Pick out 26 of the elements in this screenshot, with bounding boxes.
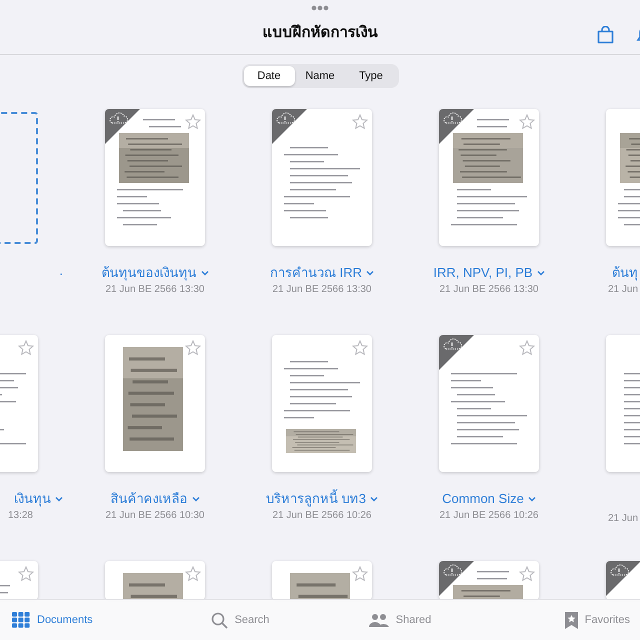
sort-tab[interactable]: Type (346, 66, 396, 86)
tab-bar-item[interactable]: Favorites (480, 612, 640, 628)
document-date: 21 Jun BE 2566 10:26 (272, 510, 372, 521)
document-date: 21 Jun BE 2566 13:30 (272, 284, 372, 295)
document-date: 13:28 (6, 510, 33, 521)
tab-bar-item[interactable]: Search (160, 612, 320, 628)
document-title[interactable]: IRR, NPV, PI, PB (433, 265, 533, 280)
document-title[interactable]: . (59, 263, 63, 278)
tab-bar-item[interactable]: Documents (0, 612, 160, 628)
document-title[interactable]: Common Size (442, 491, 524, 506)
document-date: 21 Jun (608, 513, 640, 524)
document-title[interactable]: สินค้าคงเหลือ (110, 488, 188, 509)
document-date: 21 Jun BE 2566 10:30 (104, 510, 206, 521)
document-date: 21 Jun BE 2566 13:30 (104, 284, 206, 295)
document-date: 21 Jun BE 2566 13:30 (438, 284, 540, 295)
document-date: 21 Jun BE 2566 10:26 (438, 510, 540, 521)
document-title[interactable]: ต้นทุ (612, 262, 638, 283)
document-title[interactable]: ต้นทุนของเงินทุน (102, 262, 196, 283)
document-title[interactable]: การคำนวณ IRR (270, 262, 362, 283)
tab-bar-item[interactable]: Shared (320, 613, 480, 627)
document-date: 21 Jun (608, 284, 640, 295)
folder-title: แบบฝึกหัดการเงิน (262, 23, 378, 43)
sort-tab[interactable]: Date (244, 66, 294, 86)
document-title[interactable]: บริหารลูกหนี้ บท3 (266, 488, 366, 509)
document-title[interactable]: เงินทุน (14, 488, 51, 509)
sort-tab[interactable]: Name (294, 66, 346, 86)
